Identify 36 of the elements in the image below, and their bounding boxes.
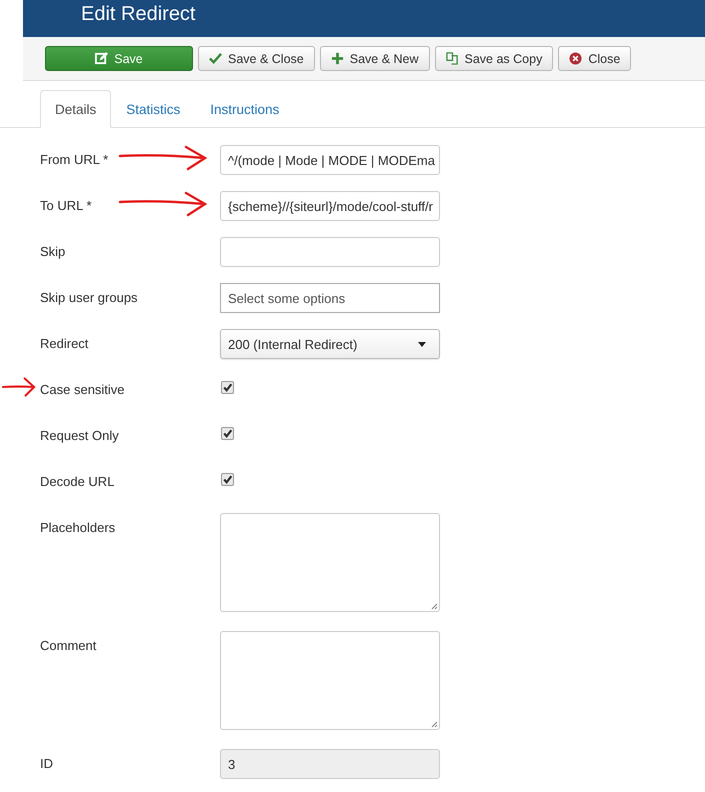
toolbar-button[interactable]: Close xyxy=(558,46,632,71)
resize-grip-icon[interactable] xyxy=(430,720,438,728)
field-label: Decode URL xyxy=(40,474,114,489)
multi-select-field[interactable]: Select some options xyxy=(220,283,440,313)
edit-icon xyxy=(95,52,108,65)
tab[interactable]: Details xyxy=(40,90,112,128)
checkbox[interactable] xyxy=(221,381,234,394)
field-label: From URL * xyxy=(40,152,108,167)
field-label: Redirect xyxy=(40,336,88,351)
plus-icon xyxy=(330,52,344,65)
page-title: Edit Redirect xyxy=(81,3,196,26)
field-label: ID xyxy=(40,756,53,771)
text-field[interactable]: {scheme}//{siteurl}/mode/cool-stuff/r xyxy=(220,191,440,221)
field-label: Comment xyxy=(40,638,96,653)
select-dropdown[interactable]: 200 (Internal Redirect) xyxy=(220,329,440,359)
field-label: Skip user groups xyxy=(40,290,138,305)
toolbar-button[interactable]: Save xyxy=(45,46,193,71)
text-field[interactable]: ^/(mode | Mode | MODE | MODEma xyxy=(220,145,440,175)
checkbox[interactable] xyxy=(221,473,234,486)
field-label: Case sensitive xyxy=(40,382,125,397)
copy-icon xyxy=(446,52,459,65)
field-label: Request Only xyxy=(40,428,119,443)
text-field[interactable] xyxy=(220,237,440,267)
tab[interactable]: Statistics xyxy=(111,90,196,128)
toolbar-button[interactable]: Save as Copy xyxy=(434,46,554,71)
resize-grip-icon[interactable] xyxy=(430,602,438,610)
tab[interactable]: Instructions xyxy=(195,90,294,128)
checkbox[interactable] xyxy=(221,427,234,440)
field-label: Skip xyxy=(40,244,66,259)
close-icon xyxy=(569,52,582,65)
check-icon xyxy=(209,52,222,65)
toolbar-button[interactable]: Save & New xyxy=(320,46,430,71)
caret-icon xyxy=(418,342,426,346)
field-label: Placeholders xyxy=(40,520,116,535)
field-label: To URL * xyxy=(40,198,92,213)
toolbar-button[interactable]: Save & Close xyxy=(198,46,315,71)
